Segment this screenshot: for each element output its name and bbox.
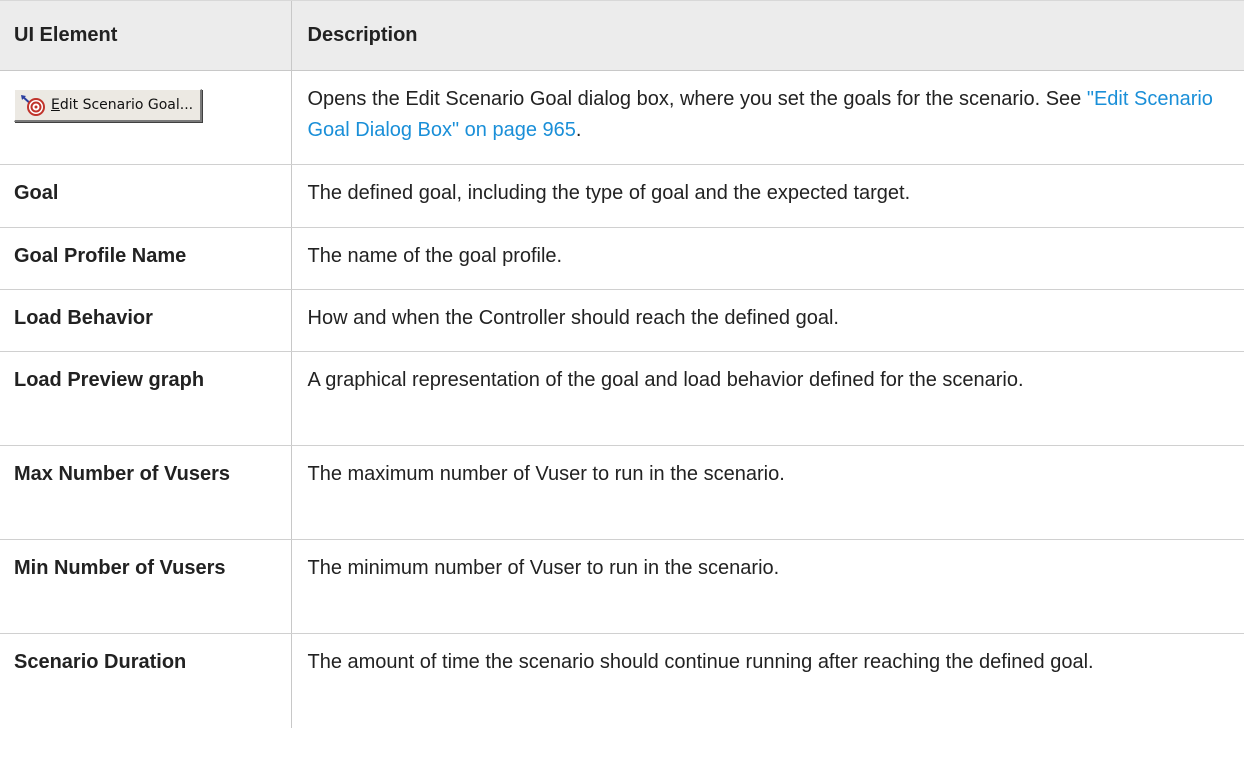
table-row: Load Behavior How and when the Controlle… <box>0 289 1244 352</box>
target-icon <box>21 95 45 116</box>
table-row: Max Number of Vusers The maximum number … <box>0 445 1244 540</box>
table-row: Edit Scenario Goal... Opens the Edit Sce… <box>0 70 1244 165</box>
description-cell: The defined goal, including the type of … <box>290 164 1244 228</box>
table-row: Goal Profile Name The name of the goal p… <box>0 227 1244 290</box>
description-cell: The name of the goal profile. <box>290 227 1244 290</box>
header-ui-element: UI Element <box>0 0 291 71</box>
ui-elements-table: UI Element Description Edit Scenario Goa… <box>0 0 1244 728</box>
description-cell: How and when the Controller should reach… <box>290 289 1244 352</box>
table-row: Load Preview graph A graphical represent… <box>0 351 1244 446</box>
description-text: Opens the Edit Scenario Goal dialog box,… <box>307 88 1087 110</box>
ui-element-name: Load Preview graph <box>0 351 291 446</box>
table-row: Min Number of Vusers The minimum number … <box>0 539 1244 634</box>
edit-scenario-goal-label: Edit Scenario Goal... <box>51 96 194 113</box>
ui-element-name: Goal <box>0 164 291 228</box>
table-row: Goal The defined goal, including the typ… <box>0 164 1244 228</box>
ui-element-name: Min Number of Vusers <box>0 539 291 634</box>
description-cell: A graphical representation of the goal a… <box>290 351 1244 446</box>
ui-element-name: Scenario Duration <box>14 651 187 673</box>
description-cell: The maximum number of Vuser to run in th… <box>290 445 1244 540</box>
description-text-end: . <box>575 119 582 141</box>
ui-element-name: Max Number of Vusers <box>0 445 291 540</box>
description-cell: The minimum number of Vuser to run in th… <box>290 539 1244 634</box>
table-header-row: UI Element Description <box>0 0 1244 71</box>
header-description: Description <box>290 0 1244 71</box>
ui-element-name: Load Behavior <box>0 289 291 352</box>
description-cell: The amount of time the scenario should c… <box>290 633 1244 728</box>
ui-element-name: Goal Profile Name <box>0 227 291 290</box>
edit-scenario-goal-button[interactable]: Edit Scenario Goal... <box>14 89 203 122</box>
description-cell: Opens the Edit Scenario Goal dialog box,… <box>290 70 1244 165</box>
table-row: Scenario Duration The amount of time the… <box>0 633 1244 728</box>
ui-element-cell: Edit Scenario Goal... <box>0 70 291 165</box>
